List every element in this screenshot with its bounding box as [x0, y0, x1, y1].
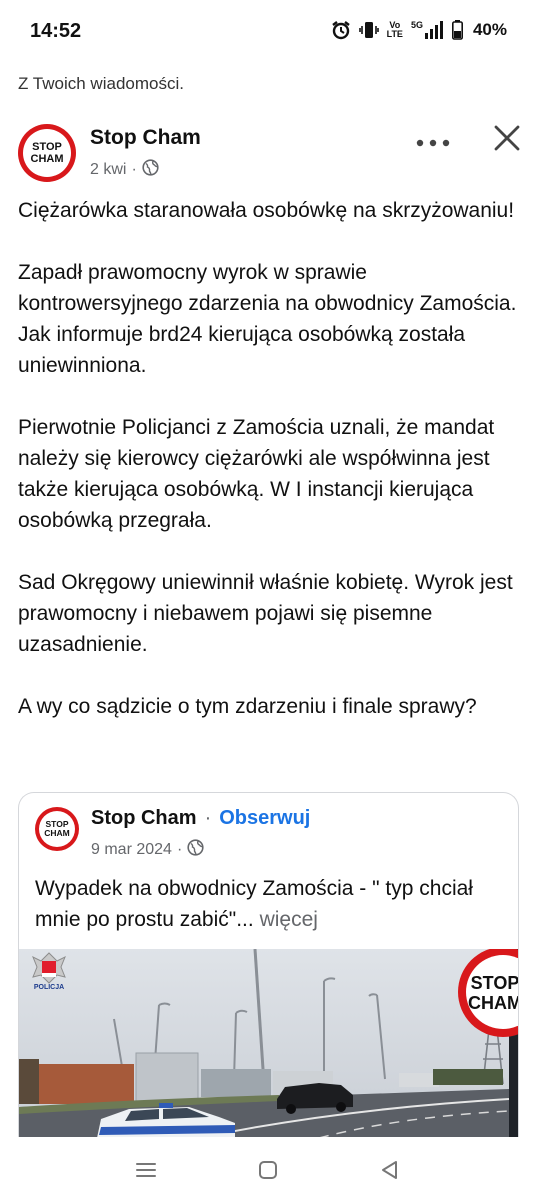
logo-text-bottom: CHAM	[44, 828, 70, 838]
shared-author-name[interactable]: Stop Cham	[91, 807, 197, 830]
menu-icon	[136, 1163, 156, 1177]
post-paragraph: Zapadł prawomocny wyrok w sprawie kontro…	[18, 261, 517, 377]
post-paragraph: Pierwotnie Policjanci z Zamościa uznali,…	[18, 416, 495, 532]
more-options-button[interactable]	[415, 128, 451, 154]
battery-level: 40%	[472, 20, 507, 39]
alarm-icon	[331, 20, 351, 40]
follow-button[interactable]: Obserwuj	[219, 807, 310, 830]
home-button[interactable]	[254, 1156, 282, 1184]
logo-text-top: STOP	[32, 141, 62, 153]
shared-video-thumbnail[interactable]: POLICJA STOP CHAM	[19, 949, 519, 1137]
shared-date[interactable]: 9 mar 2024	[91, 841, 172, 859]
shared-avatar-logo: STOP CHAM	[39, 811, 75, 847]
system-nav-bar	[0, 1138, 537, 1200]
post-time[interactable]: 2 kwi	[90, 161, 126, 179]
shared-text: Wypadek na obwodnicy Zamościa - " typ ch…	[35, 873, 505, 935]
author-avatar[interactable]: STOP CHAM	[18, 124, 76, 182]
see-more-link[interactable]: więcej	[260, 908, 318, 931]
shared-separator: ·	[204, 807, 212, 829]
status-icons: Vo LTE 5G 40%	[331, 20, 507, 40]
close-button[interactable]	[491, 122, 523, 154]
vibrate-icon	[358, 20, 379, 40]
watermark-text-bottom: CHAM	[468, 993, 519, 1013]
back-button[interactable]	[376, 1156, 404, 1184]
shared-meta: 9 mar 2024 ·	[91, 839, 204, 861]
author-name[interactable]: Stop Cham	[90, 126, 201, 150]
police-label: POLICJA	[34, 984, 64, 991]
shared-text-content: Wypadek na obwodnicy Zamościa - " typ ch…	[35, 877, 473, 931]
post-meta: 2 kwi ·	[90, 159, 159, 181]
battery-icon	[451, 20, 463, 40]
signal-icon: 5G	[411, 21, 444, 39]
context-label: Z Twoich wiadomości.	[18, 74, 184, 93]
post-text: Ciężarówka staranowała osobówkę na skrzy…	[18, 195, 523, 753]
globe-icon	[187, 839, 204, 861]
status-bar: 14:52 Vo LTE 5G 40%	[0, 0, 537, 62]
back-icon	[382, 1161, 397, 1179]
logo-text-bottom: CHAM	[30, 153, 64, 165]
meta-separator: ·	[131, 161, 137, 178]
accident-scene-image: POLICJA STOP CHAM	[19, 949, 519, 1137]
post-paragraph: Sad Okręgowy uniewinnił właśnie kobietę.…	[18, 571, 513, 656]
recent-apps-button[interactable]	[132, 1156, 160, 1184]
close-icon	[494, 125, 520, 151]
shared-author-avatar[interactable]: STOP CHAM	[35, 807, 79, 851]
shared-meta-separator: ·	[176, 841, 183, 858]
volte-badge: Vo LTE	[387, 21, 403, 39]
globe-icon	[142, 159, 159, 181]
shared-author-line: Stop Cham · Obserwuj	[91, 807, 310, 830]
post-paragraph: A wy co sądzicie o tym zdarzeniu i final…	[18, 695, 477, 718]
post-paragraph: Ciężarówka staranowała osobówkę na skrzy…	[18, 199, 515, 222]
shared-post-card[interactable]: STOP CHAM Stop Cham · Obserwuj 9 mar 202…	[18, 792, 519, 1137]
status-time: 14:52	[30, 20, 82, 42]
network-label: 5G	[410, 20, 423, 30]
lte-label: LTE	[386, 29, 403, 39]
watermark-text-top: STOP	[471, 973, 519, 993]
avatar-logo: STOP CHAM	[23, 129, 71, 177]
home-icon	[259, 1161, 277, 1179]
post-header: STOP CHAM Stop Cham 2 kwi ·	[18, 122, 523, 186]
